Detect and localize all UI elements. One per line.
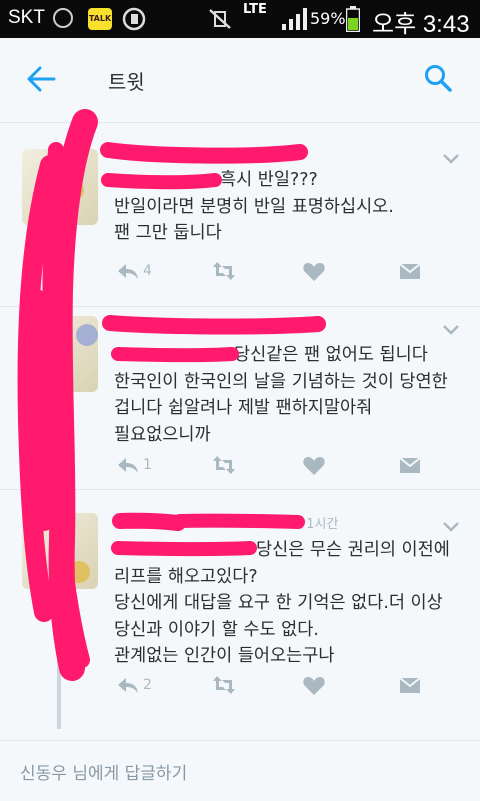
tweet-line: 당신은 무슨 권리의 이전에 (256, 540, 450, 560)
like-button[interactable] (302, 453, 326, 477)
search-icon[interactable] (424, 64, 452, 92)
tweet-line: 팬 그만 둡니다 (114, 223, 222, 243)
app-header: 트윗 (0, 38, 480, 123)
signal-icon (282, 8, 307, 30)
avatar[interactable] (22, 149, 98, 225)
retweet-icon (213, 676, 235, 694)
tweet-line: 한국인이 한국인의 날을 기념하는 것이 당연한 (114, 371, 448, 392)
tweet-actions: 2 (112, 673, 442, 697)
chevron-down-icon[interactable] (442, 153, 460, 165)
clock: 오후 3:43 (372, 11, 470, 38)
back-arrow-icon[interactable] (26, 66, 56, 92)
tweet-3[interactable]: m · 1시간 당신은 무슨 권리의 이전에 리프를 해오고있다? 당신에게 대… (0, 489, 480, 739)
kakaotalk-icon: TALK (88, 8, 112, 30)
tweet-1[interactable]: 흑시 반일??? 반일이라면 분명히 반일 표명하십시오. 팬 그만 둡니다 4 (0, 123, 480, 307)
tweet-line: 반일이라면 분명히 반일 표명하십시오. (114, 196, 394, 217)
reply-icon (118, 678, 138, 693)
mute-icon (209, 9, 231, 29)
reply-icon (118, 458, 138, 473)
dm-button[interactable] (398, 259, 422, 283)
tweet-actions: 4 (112, 259, 442, 283)
tweet-line: 당신같은 팬 없어도 됩니다 (234, 345, 428, 365)
reply-button[interactable]: 1 (116, 453, 152, 477)
reply-button[interactable]: 2 (116, 673, 152, 697)
heart-icon (303, 263, 325, 281)
tweet-2[interactable]: 당신같은 팬 없어도 됩니다 한국인이 한국인의 날을 기념하는 것이 당연한 … (0, 306, 480, 490)
tweet-line: 관계없는 인간이 들어오는구나 (114, 646, 335, 666)
tweet-line: 흑시 반일??? (220, 170, 318, 190)
reply-input-placeholder[interactable]: 신동우 님에게 답글하기 (20, 759, 187, 784)
retweet-icon (213, 456, 235, 474)
tweet-line: 필요없으니까 (114, 424, 211, 445)
reply-count: 2 (143, 677, 152, 693)
like-button[interactable] (302, 673, 326, 697)
reply-composer[interactable]: 신동우 님에게 답글하기 (0, 740, 480, 801)
chevron-down-icon[interactable] (442, 521, 460, 533)
dm-button[interactable] (398, 673, 422, 697)
chevron-down-icon[interactable] (442, 324, 460, 336)
tweet-name-initial: m (112, 511, 127, 529)
retweet-button[interactable] (212, 673, 236, 697)
tweet-line: 리프를 해오고있다? (114, 566, 258, 587)
heart-icon (303, 677, 325, 695)
smiley-icon (53, 8, 73, 28)
reply-count: 1 (143, 457, 152, 473)
battery-icon (346, 6, 360, 32)
reply-icon (118, 264, 138, 279)
tweet-actions: 1 (112, 453, 442, 477)
envelope-icon (399, 677, 421, 693)
retweet-button[interactable] (212, 259, 236, 283)
reply-count: 4 (143, 263, 152, 279)
avatar[interactable] (22, 513, 98, 589)
status-bar: SKT TALK LTE 59% 오후 3:43 (0, 0, 480, 38)
battery-percent: 59% (310, 9, 346, 28)
page-title: 트윗 (108, 70, 145, 94)
envelope-icon (399, 457, 421, 473)
heart-icon (303, 457, 325, 475)
retweet-icon (213, 262, 235, 280)
media-icon (122, 7, 146, 31)
tweet-line: 당신과 이야기 할 수도 없다. (114, 619, 319, 640)
dm-button[interactable] (398, 453, 422, 477)
network-type: LTE (243, 2, 267, 17)
carrier-label: SKT (8, 7, 45, 28)
thread-line (57, 589, 61, 729)
retweet-button[interactable] (212, 453, 236, 477)
tweet-line: 당신에게 대답을 요구 한 기억은 없다.더 이상 (114, 593, 443, 613)
tweet-text: 당신은 무슨 권리의 이전에 리프를 해오고있다? 당신에게 대답을 요구 한 … (114, 537, 450, 670)
tweet-timestamp: · 1시간 (298, 517, 339, 532)
like-button[interactable] (302, 259, 326, 283)
tweet-text: 당신같은 팬 없어도 됩니다 한국인이 한국인의 날을 기념하는 것이 당연한 … (114, 342, 448, 448)
tweet-line: 겁니다 쉽알려나 제발 팬하지말아줘 (114, 398, 373, 418)
tweet-text: 흑시 반일??? 반일이라면 분명히 반일 표명하십시오. 팬 그만 둡니다 (114, 167, 394, 247)
reply-button[interactable]: 4 (116, 259, 152, 283)
envelope-icon (399, 263, 421, 279)
avatar[interactable] (22, 316, 98, 392)
